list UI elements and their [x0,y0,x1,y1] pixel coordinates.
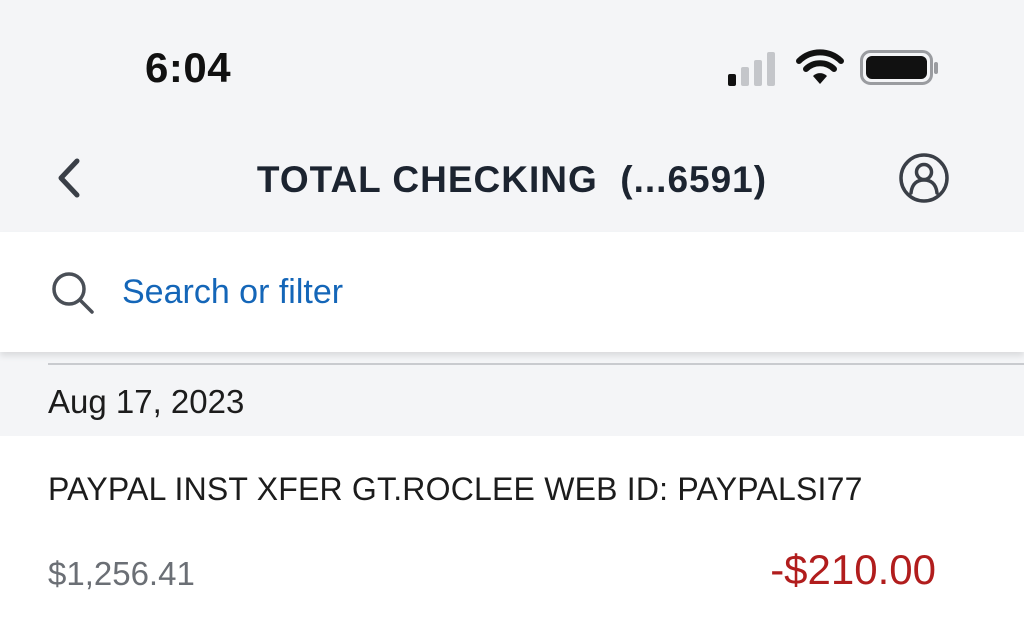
status-icons [724,48,940,88]
profile-button[interactable] [894,150,954,210]
search-input[interactable] [122,268,922,316]
header-area: 6:04 TOTAL CHECKING (...6591) [0,0,1024,232]
search-bar [0,232,1024,352]
battery-icon [860,50,940,91]
back-button[interactable] [38,152,98,208]
account-activity-screen: 6:04 TOTAL CHECKING (...6591) Search or … [0,0,1024,623]
user-profile-icon [898,152,950,209]
divider [48,363,1024,365]
transaction-description: PAYPAL INST XFER GT.ROCLEE WEB ID: PAYPA… [48,471,863,507]
search-icon [50,270,96,316]
transaction-row[interactable]: PAYPAL INST XFER GT.ROCLEE WEB ID: PAYPA… [0,436,1024,623]
date-section-header: Aug 17, 2023 [0,352,1024,436]
page-title: TOTAL CHECKING (...6591) [256,159,768,200]
status-time: 6:04 [145,44,232,91]
transaction-amount: -$210.00 [770,546,936,593]
nav-bar: TOTAL CHECKING (...6591) [0,128,1024,232]
wifi-icon [796,48,844,91]
chevron-left-icon [53,157,83,204]
cellular-signal-icon [728,52,780,91]
transaction-balance: $1,256.41 [48,555,195,592]
transaction-date: Aug 17, 2023 [48,383,245,420]
